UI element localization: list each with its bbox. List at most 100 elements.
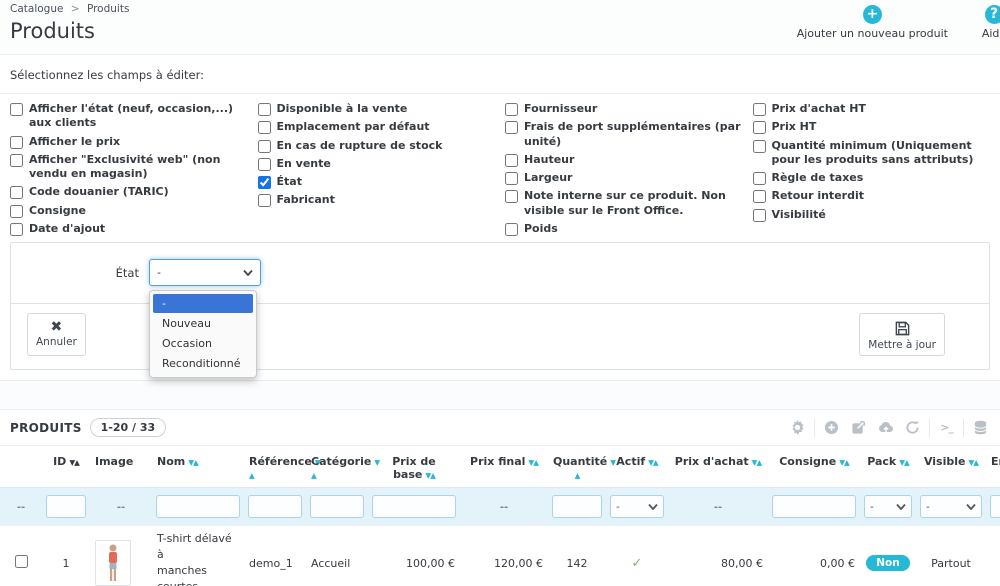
cb-afficher-prix[interactable]: Afficher le prix: [10, 135, 248, 149]
breadcrumb-produits[interactable]: Produits: [87, 3, 129, 15]
cb-visibilite[interactable]: Visibilité: [752, 208, 991, 222]
checkbox[interactable]: [10, 103, 23, 116]
cb-etat[interactable]: État: [257, 175, 496, 190]
database-icon[interactable]: [967, 417, 994, 439]
etat-option-dash[interactable]: -: [153, 294, 253, 314]
cb-regle-taxes[interactable]: Règle de taxes: [752, 171, 991, 186]
breadcrumb-catalogue[interactable]: Catalogue: [10, 3, 63, 15]
filter-consigne-input[interactable]: [772, 495, 856, 519]
filter-actif-select[interactable]: -: [610, 495, 664, 519]
cb-en-vente[interactable]: En vente: [257, 157, 496, 171]
header-prix-achat[interactable]: Prix d'achat ▼▲: [668, 446, 768, 488]
etat-option-reconditionne[interactable]: Reconditionné: [153, 354, 253, 373]
header-prix-base[interactable]: Prix de base ▼▲: [368, 446, 460, 488]
cell-image[interactable]: [90, 525, 152, 586]
add-product-button[interactable]: + Ajouter un nouveau produit: [797, 5, 948, 40]
cb-frais-port[interactable]: Frais de port supplémentaires (par unité…: [505, 120, 743, 149]
cell-actif[interactable]: ✓: [606, 525, 668, 586]
filter-visible-select[interactable]: -: [920, 495, 982, 519]
export-icon[interactable]: [845, 417, 872, 439]
settings-icon[interactable]: [784, 417, 811, 439]
product-thumbnail[interactable]: [95, 540, 131, 586]
sort-asc-icon[interactable]: ▲: [311, 471, 317, 480]
cell-nom[interactable]: T-shirt délavé àmanches courtes: [152, 525, 244, 586]
help-button[interactable]: ? Aide: [974, 5, 1000, 40]
checkbox[interactable]: [505, 153, 518, 167]
checkbox[interactable]: [10, 223, 23, 237]
checkbox[interactable]: [752, 190, 766, 204]
cb-disponible-vente[interactable]: Disponible à la vente: [257, 102, 496, 116]
sort-desc-icon[interactable]: ▼: [374, 458, 380, 467]
filter-pack-select[interactable]: -: [864, 495, 912, 519]
sort-asc-icon[interactable]: ▲: [904, 458, 910, 467]
header-reference[interactable]: Référence ▼ ▲: [244, 446, 321, 488]
cb-code-douanier[interactable]: Code douanier (TARIC): [10, 185, 248, 200]
filter-categorie-input[interactable]: [310, 495, 364, 519]
cb-retour-interdit[interactable]: Retour interdit: [752, 189, 991, 204]
cb-fournisseur[interactable]: Fournisseur: [505, 102, 743, 116]
header-visible[interactable]: Visible ▼▲: [916, 446, 986, 488]
checkbox[interactable]: [257, 103, 271, 116]
cb-afficher-etat[interactable]: Afficher l'état (neuf, occasion,...) aux…: [10, 102, 248, 131]
sort-asc-icon[interactable]: ▲: [249, 471, 255, 480]
cb-quantite-minimum[interactable]: Quantité minimum (Uniquement pour les pr…: [752, 139, 991, 168]
cb-prix-achat-ht[interactable]: Prix d'achat HT: [752, 102, 991, 116]
etat-option-nouveau[interactable]: Nouveau: [153, 314, 253, 333]
checkbox[interactable]: [257, 121, 271, 135]
sql-query-icon[interactable]: >_: [933, 417, 960, 439]
cb-rupture-stock[interactable]: En cas de rupture de stock: [257, 139, 496, 153]
cb-exclusivite-web[interactable]: Afficher "Exclusivité web" (non vendu en…: [10, 153, 248, 182]
cb-fabricant[interactable]: Fabricant: [257, 193, 496, 208]
checkbox[interactable]: [257, 194, 271, 208]
refresh-icon[interactable]: [899, 417, 926, 439]
import-icon[interactable]: [872, 417, 899, 439]
checkbox[interactable]: [752, 139, 766, 153]
checkbox[interactable]: [10, 204, 23, 218]
cb-poids[interactable]: Poids: [505, 222, 743, 237]
checkbox[interactable]: [752, 208, 766, 222]
sort-asc-icon[interactable]: ▲: [575, 471, 581, 480]
row-checkbox[interactable]: [14, 555, 28, 569]
sort-asc-icon[interactable]: ▲: [973, 458, 979, 467]
filter-cut-input[interactable]: [990, 495, 1000, 519]
update-button[interactable]: Mettre à jour: [859, 313, 945, 357]
checkbox[interactable]: [505, 172, 518, 186]
checkbox[interactable]: [505, 103, 518, 116]
header-pack[interactable]: Pack ▼▲: [860, 446, 916, 488]
sort-asc-icon[interactable]: ▲: [844, 458, 850, 467]
etat-select[interactable]: -: [149, 259, 261, 287]
checkbox[interactable]: [10, 135, 23, 149]
sort-asc-icon[interactable]: ▲: [533, 458, 539, 467]
checkbox[interactable]: [257, 139, 271, 153]
checkbox[interactable]: [752, 172, 766, 186]
cb-note-interne[interactable]: Note interne sur ce produit. Non visible…: [505, 189, 743, 218]
header-quantite[interactable]: Quantité ▼ ▲: [548, 446, 616, 488]
header-id[interactable]: ID ▼▲: [42, 446, 90, 488]
filter-nom-input[interactable]: [156, 495, 240, 519]
header-categorie[interactable]: Catégorie ▼ ▲: [306, 446, 380, 488]
checkbox[interactable]: [505, 121, 518, 135]
filter-prix-base-input[interactable]: [372, 495, 456, 519]
header-actif[interactable]: Actif ▼▲: [606, 446, 668, 488]
header-nom[interactable]: Nom ▼▲: [152, 446, 244, 488]
sort-asc-icon[interactable]: ▲: [430, 471, 436, 480]
checkbox[interactable]: [752, 121, 766, 135]
checkbox[interactable]: [752, 103, 766, 116]
cb-consigne[interactable]: Consigne: [10, 204, 248, 218]
checkbox[interactable]: [10, 153, 23, 167]
header-prix-final[interactable]: Prix final ▼▲: [460, 446, 548, 488]
checkbox[interactable]: [257, 176, 271, 190]
filter-id-input[interactable]: [46, 495, 86, 519]
checkbox[interactable]: [257, 157, 271, 171]
filter-reference-input[interactable]: [248, 495, 302, 519]
filter-quantite-input[interactable]: [552, 495, 602, 519]
sort-asc-icon[interactable]: ▲: [74, 458, 80, 467]
sort-asc-icon[interactable]: ▲: [756, 458, 762, 467]
cb-emplacement-defaut[interactable]: Emplacement par défaut: [257, 120, 496, 135]
etat-option-occasion[interactable]: Occasion: [153, 334, 253, 353]
cb-date-ajout[interactable]: Date d'ajout: [10, 222, 248, 237]
header-consigne[interactable]: Consigne ▼▲: [768, 446, 860, 488]
cb-largeur[interactable]: Largeur: [505, 171, 743, 186]
cb-hauteur[interactable]: Hauteur: [505, 153, 743, 167]
active-check-icon[interactable]: ✓: [632, 556, 643, 571]
